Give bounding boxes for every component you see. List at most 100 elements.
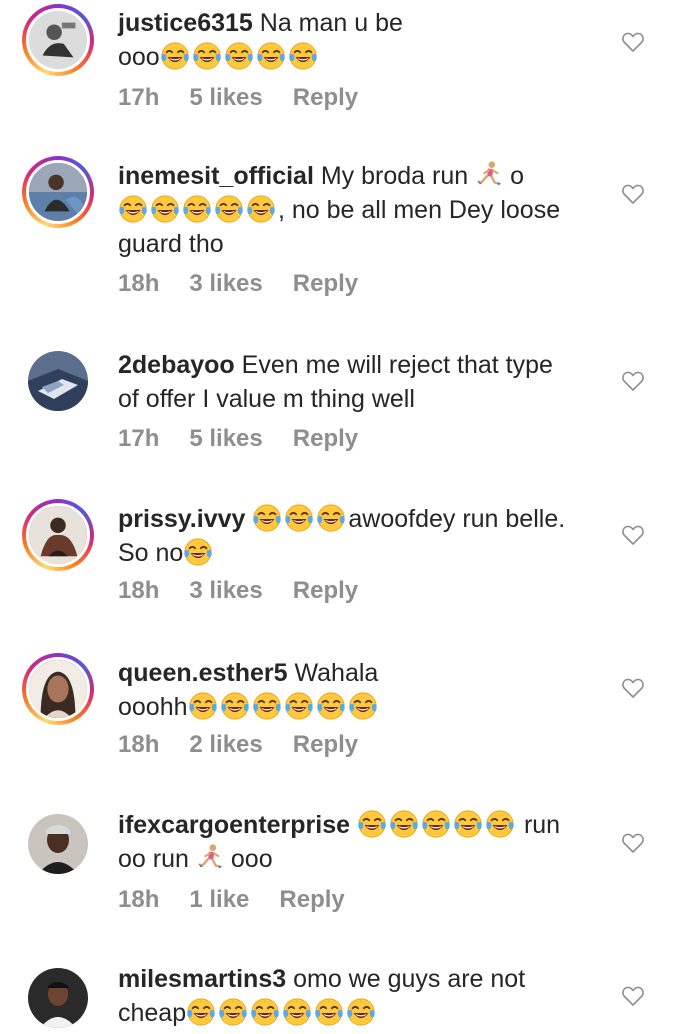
comment-text: run <box>517 811 561 839</box>
reply-button[interactable]: Reply <box>279 886 344 913</box>
face-with-tears-of-joy-icon <box>256 41 286 71</box>
avatar[interactable] <box>22 499 94 571</box>
comment-line: cheap <box>118 996 593 1030</box>
reply-button[interactable]: Reply <box>293 84 358 111</box>
avatar[interactable] <box>22 962 94 1034</box>
heart-outline-icon[interactable] <box>621 985 645 1007</box>
avatar[interactable] <box>22 4 94 76</box>
face-with-tears-of-joy-icon <box>252 691 282 721</box>
comment-line: inemesit_official My broda run o <box>118 159 593 193</box>
comment-text: of offer I value m thing well <box>118 385 415 413</box>
face-with-tears-of-joy-icon <box>118 194 148 224</box>
comment-line: So no <box>118 536 593 570</box>
comment-line: ooo <box>118 40 593 74</box>
heart-outline-icon[interactable] <box>621 183 645 205</box>
face-with-tears-of-joy-icon <box>389 809 419 839</box>
comment-username[interactable]: ifexcargoenterprise <box>118 811 350 839</box>
woman-running-icon <box>195 843 225 873</box>
heart-outline-icon[interactable] <box>621 832 645 854</box>
face-with-tears-of-joy-icon <box>421 809 451 839</box>
comment-meta: 18h 2 likes Reply <box>118 731 388 759</box>
comment-meta: 18h 1 like Reply <box>118 886 375 914</box>
face-with-tears-of-joy-icon <box>348 691 378 721</box>
comment-meta: 18h 3 likes Reply <box>118 270 388 298</box>
comment-username[interactable]: justice6315 <box>118 9 253 37</box>
comment-line: ifexcargoenterprise run <box>118 808 593 842</box>
comment-username[interactable]: queen.esther5 <box>118 659 288 687</box>
comment-username[interactable]: milesmartins3 <box>118 965 286 993</box>
comment-likes[interactable]: 3 likes <box>189 577 262 604</box>
comment-username[interactable]: inemesit_official <box>118 162 314 190</box>
face-with-tears-of-joy-icon <box>282 997 312 1027</box>
comment-line: 2debayoo Even me will reject that type <box>118 348 593 382</box>
comment-text: omo we guys are not <box>293 965 526 993</box>
comment-likes[interactable]: 2 likes <box>189 731 262 758</box>
comment-text: o <box>510 162 525 190</box>
comment-text: ooo <box>118 43 160 71</box>
face-with-tears-of-joy-icon <box>188 691 218 721</box>
comment-text: oo run <box>118 845 189 873</box>
comment-line: oo run ooo <box>118 842 593 876</box>
comment-likes[interactable]: 5 likes <box>189 84 262 111</box>
comment-likes[interactable]: 1 like <box>189 886 249 913</box>
face-with-tears-of-joy-icon <box>246 194 276 224</box>
heart-outline-icon[interactable] <box>621 31 645 53</box>
avatar[interactable] <box>22 808 94 880</box>
reply-button[interactable]: Reply <box>293 425 358 452</box>
comment-time: 18h <box>118 886 160 913</box>
comments-feed: justice6315 Na man u be ooo 17h 5 likes Re… <box>0 0 675 1033</box>
face-with-tears-of-joy-icon <box>252 503 282 533</box>
face-with-tears-of-joy-icon <box>183 537 213 567</box>
face-with-tears-of-joy-icon <box>214 194 244 224</box>
comment-text: So no <box>118 539 184 567</box>
face-with-tears-of-joy-icon <box>357 809 387 839</box>
face-with-tears-of-joy-icon <box>316 503 346 533</box>
comment-text: Wahala <box>294 659 379 687</box>
comment-text: ooohh <box>118 693 188 721</box>
comment-text: Even me will reject that type <box>241 351 553 379</box>
comment-line: guard tho <box>118 227 593 261</box>
heart-outline-icon[interactable] <box>621 524 645 546</box>
face-with-tears-of-joy-icon <box>150 194 180 224</box>
face-with-tears-of-joy-icon <box>314 997 344 1027</box>
avatar[interactable] <box>22 653 94 725</box>
avatar[interactable] <box>22 345 94 417</box>
comment-meta: 18h 3 likes Reply <box>118 577 388 605</box>
avatar[interactable] <box>22 156 94 228</box>
comment-time: 18h <box>118 270 160 297</box>
comment-text: ooo <box>230 845 273 873</box>
face-with-tears-of-joy-icon <box>485 809 515 839</box>
comment-likes[interactable]: 5 likes <box>189 425 262 452</box>
comment-line: milesmartins3 omo we guys are not <box>118 962 593 996</box>
comment-line: justice6315 Na man u be <box>118 6 593 40</box>
woman-running-icon <box>474 160 504 190</box>
face-with-tears-of-joy-icon <box>288 41 318 71</box>
comment-text: guard tho <box>118 230 224 258</box>
reply-button[interactable]: Reply <box>293 731 358 758</box>
comment-line: , no be all men Dey loose <box>118 193 593 227</box>
face-with-tears-of-joy-icon <box>224 41 254 71</box>
face-with-tears-of-joy-icon <box>186 997 216 1027</box>
comment-likes[interactable]: 3 likes <box>189 270 262 297</box>
reply-button[interactable]: Reply <box>293 270 358 297</box>
comment-meta: 17h 5 likes Reply <box>118 425 388 453</box>
comment-text: , no be all men Dey loose <box>278 196 561 224</box>
comment-line: prissy.ivvy awoofdey run belle. <box>118 502 593 536</box>
comment-text: awoofdey run belle. <box>348 505 566 533</box>
face-with-tears-of-joy-icon <box>453 809 483 839</box>
comment-username[interactable]: 2debayoo <box>118 351 235 379</box>
reply-button[interactable]: Reply <box>293 577 358 604</box>
comment-line: ooohh <box>118 690 593 724</box>
face-with-tears-of-joy-icon <box>284 691 314 721</box>
face-with-tears-of-joy-icon <box>192 41 222 71</box>
face-with-tears-of-joy-icon <box>284 503 314 533</box>
heart-outline-icon[interactable] <box>621 370 645 392</box>
face-with-tears-of-joy-icon <box>316 691 346 721</box>
comment-time: 17h <box>118 425 160 452</box>
comment-username[interactable]: prissy.ivvy <box>118 505 245 533</box>
comment-time: 18h <box>118 577 160 604</box>
face-with-tears-of-joy-icon <box>182 194 212 224</box>
heart-outline-icon[interactable] <box>621 677 645 699</box>
face-with-tears-of-joy-icon <box>346 997 376 1027</box>
comment-text: My broda run <box>320 162 469 190</box>
